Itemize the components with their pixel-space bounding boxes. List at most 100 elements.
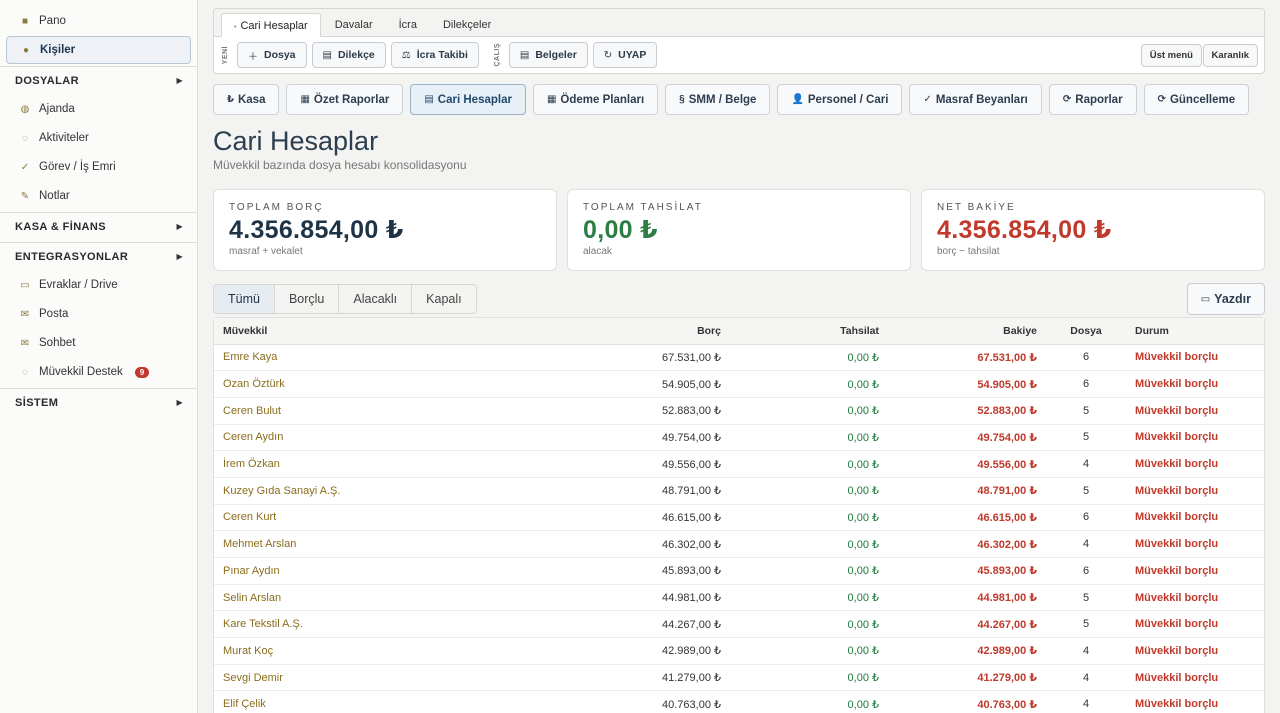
module-cari-hesaplar-button[interactable]: ▤ Cari Hesaplar (410, 84, 526, 115)
client-name-link[interactable]: Elif Çelik (214, 690, 514, 713)
collection-cell: 0,00 ₺ (730, 397, 888, 425)
belgeler-button[interactable]: ▤ Belgeler (508, 42, 588, 68)
new-dosya-button[interactable]: ＋ Dosya (237, 42, 307, 68)
new-dilekce-button[interactable]: ▤ Dilekçe (311, 42, 386, 68)
sidebar-group-dosyalar[interactable]: DOSYALAR ▶ (0, 66, 197, 94)
card-value: 4.356.854,00 ₺ (229, 216, 404, 244)
table-row[interactable]: İrem Özkan 49.556,00 ₺ 0,00 ₺ 49.556,00 ₺ 4 M… (214, 450, 1264, 478)
sidebar-group-label: SİSTEM (15, 396, 59, 409)
table-row[interactable]: Ozan Öztürk 54.905,00 ₺ 0,00 ₺ 54.905,00 ₺ 6… (214, 370, 1264, 398)
column-header-bakiye[interactable]: Bakiye (888, 318, 1046, 345)
client-name-link[interactable]: Mehmet Arslan (214, 530, 514, 558)
table-row[interactable]: Sevgi Demir 41.279,00 ₺ 0,00 ₺ 41.279,00 ₺ 4… (214, 664, 1264, 692)
sidebar-item-gorev[interactable]: ✓ Görev / İş Emri (6, 153, 191, 181)
button-label: Üst menü (1149, 50, 1193, 61)
module-kasa-button[interactable]: ₺ Kasa (213, 84, 280, 115)
client-name-link[interactable]: Kare Tekstil A.Ş. (214, 610, 514, 639)
table-row[interactable]: Ceren Aydın 49.754,00 ₺ 0,00 ₺ 49.754,00 ₺ 5… (214, 424, 1264, 452)
tab-cari-hesaplar[interactable]: • Cari Hesaplar (221, 13, 321, 37)
client-name-link[interactable]: Emre Kaya (214, 344, 514, 372)
tab-dilekceler[interactable]: Dilekçeler (431, 13, 503, 37)
table-row[interactable]: Murat Koç 42.989,00 ₺ 0,00 ₺ 42.989,00 ₺ 4 Mü… (214, 637, 1264, 665)
client-name-link[interactable]: İrem Özkan (214, 450, 514, 478)
table-row[interactable]: Ceren Bulut 52.883,00 ₺ 0,00 ₺ 52.883,00 ₺ 5… (214, 397, 1264, 425)
sidebar-item-label: Evraklar / Drive (39, 279, 118, 291)
column-header-durum[interactable]: Durum (1126, 318, 1264, 345)
table-row[interactable]: Mehmet Arslan 46.302,00 ₺ 0,00 ₺ 46.302,00 … (214, 530, 1264, 558)
status-cell: Müvekkil borçlu (1126, 664, 1264, 692)
status-cell: Müvekkil borçlu (1126, 504, 1264, 532)
module-guncelleme-button[interactable]: ⟳ Güncelleme (1143, 84, 1250, 115)
new-icra-takibi-button[interactable]: ⚖ İcra Takibi (390, 42, 479, 68)
table-row[interactable]: Selin Arslan 44.981,00 ₺ 0,00 ₺ 44.981,00 ₺… (214, 584, 1264, 612)
scales-icon: ⚖ (401, 49, 411, 61)
file-count-cell: 5 (1046, 424, 1126, 452)
toolbar-group-label: YENİ (222, 45, 229, 65)
uyap-button[interactable]: ↻ UYAP (592, 42, 658, 68)
client-name-link[interactable]: Pınar Aydın (214, 557, 514, 585)
card-note: masraf + vekalet (229, 246, 303, 257)
client-name-link[interactable]: Sevgi Demir (214, 664, 514, 692)
status-cell: Müvekkil borçlu (1126, 424, 1264, 452)
table-row[interactable]: Ceren Kurt 46.615,00 ₺ 0,00 ₺ 46.615,00 ₺ 6 M… (214, 504, 1264, 532)
printer-icon: ▭ (1200, 293, 1211, 305)
client-name-link[interactable]: Ozan Öztürk (214, 370, 514, 398)
debt-cell: 46.615,00 ₺ (514, 504, 730, 532)
table-row[interactable]: Emre Kaya 67.531,00 ₺ 0,00 ₺ 67.531,00 ₺ 6 Mü… (214, 344, 1264, 372)
filter-kapali[interactable]: Kapalı (412, 285, 475, 313)
refresh-icon: ↻ (603, 49, 613, 61)
tab-davalar[interactable]: Davalar (323, 13, 385, 37)
debt-cell: 49.556,00 ₺ (514, 450, 730, 478)
sidebar-item-kisiler[interactable]: ● Kişiler (6, 36, 191, 64)
column-header-muvekkil[interactable]: Müvekkil (214, 318, 514, 345)
button-label: Karanlık (1211, 50, 1250, 61)
sidebar-item-sohbet[interactable]: ✉ Sohbet (6, 329, 191, 357)
module-masraf-beyanlari-button[interactable]: ✓ Masraf Beyanları (909, 84, 1042, 115)
top-toolbar: • Cari Hesaplar Davalar İcra Dilekçeler Y… (213, 8, 1265, 74)
status-cell: Müvekkil borçlu (1126, 690, 1264, 713)
client-name-link[interactable]: Murat Koç (214, 637, 514, 665)
column-header-dosya[interactable]: Dosya (1046, 318, 1126, 345)
sidebar-item-ajanda[interactable]: ◍ Ajanda (6, 95, 191, 123)
module-personel-cari-button[interactable]: 👤 Personel / Cari (777, 84, 903, 115)
action-toolbar: YENİ ＋ Dosya ▤ Dilekçe ⚖ İcra Takibi ÇALIŞ … (214, 37, 1264, 68)
tab-icra[interactable]: İcra (387, 13, 429, 37)
sidebar-item-mukvekkil-destek[interactable]: ◌ Müvekkil Destek 9 (6, 358, 191, 386)
sidebar-group-kasa-finans[interactable]: KASA & FİNANS ▶ (0, 212, 197, 240)
table-row[interactable]: Kare Tekstil A.Ş. 44.267,00 ₺ 0,00 ₺ 44.267… (214, 610, 1264, 639)
collection-cell: 0,00 ₺ (730, 450, 888, 478)
sidebar-item-posta[interactable]: ✉ Posta (6, 300, 191, 328)
card-label: TOPLAM TAHSİLAT (583, 202, 703, 213)
tab-label: İcra (398, 19, 417, 31)
client-name-link[interactable]: Selin Arslan (214, 584, 514, 612)
module-odeme-planlari-button[interactable]: ▦ Ödeme Planları (532, 84, 659, 115)
sidebar-item-notlar[interactable]: ✎ Notlar (6, 182, 191, 210)
collection-cell: 0,00 ₺ (730, 557, 888, 585)
module-raporlar-button[interactable]: ⟳ Raporlar (1048, 84, 1137, 115)
client-name-link[interactable]: Ceren Bulut (214, 397, 514, 425)
column-header-borc[interactable]: Borç (514, 318, 730, 345)
sidebar-item-pano[interactable]: ■ Pano (6, 7, 191, 35)
filter-tumu[interactable]: Tümü (214, 285, 275, 313)
sidebar-item-evraklar[interactable]: ▭ Evraklar / Drive (6, 271, 191, 299)
filter-borclu[interactable]: Borçlu (275, 285, 340, 313)
column-header-tahsilat[interactable]: Tahsilat (730, 318, 888, 345)
table-row[interactable]: Elif Çelik 40.763,00 ₺ 0,00 ₺ 40.763,00 ₺ 4 M… (214, 690, 1264, 713)
module-smm-belge-button[interactable]: § SMM / Belge (665, 84, 771, 115)
filter-row: Tümü Borçlu Alacaklı Kapalı ▭ Yazdır (213, 283, 1265, 315)
print-button[interactable]: ▭ Yazdır (1186, 283, 1265, 315)
dark-mode-button[interactable]: Karanlık (1202, 44, 1258, 67)
table-row[interactable]: Pınar Aydın 45.893,00 ₺ 0,00 ₺ 45.893,00 ₺ 6… (214, 557, 1264, 585)
client-name-link[interactable]: Ceren Kurt (214, 504, 514, 532)
sidebar-item-aktiviteler[interactable]: ◌ Aktiviteler (6, 124, 191, 152)
filter-alacakli[interactable]: Alacaklı (339, 285, 413, 313)
client-name-link[interactable]: Ceren Aydın (214, 424, 514, 452)
table-row[interactable]: Kuzey Gıda Sanayi A.Ş. 48.791,00 ₺ 0,00 ₺ 4… (214, 477, 1264, 505)
sidebar-group-entegrasyonlar[interactable]: ENTEGRASYONLAR ▶ (0, 242, 197, 270)
refresh-icon: ⟳ (1062, 94, 1072, 105)
ust-menu-button[interactable]: Üst menü (1140, 44, 1202, 67)
module-ozet-raporlar-button[interactable]: ▦ Özet Raporlar (286, 84, 404, 115)
sidebar-group-sistem[interactable]: SİSTEM ▶ (0, 388, 197, 416)
collection-cell: 0,00 ₺ (730, 530, 888, 558)
client-name-link[interactable]: Kuzey Gıda Sanayi A.Ş. (214, 477, 514, 505)
